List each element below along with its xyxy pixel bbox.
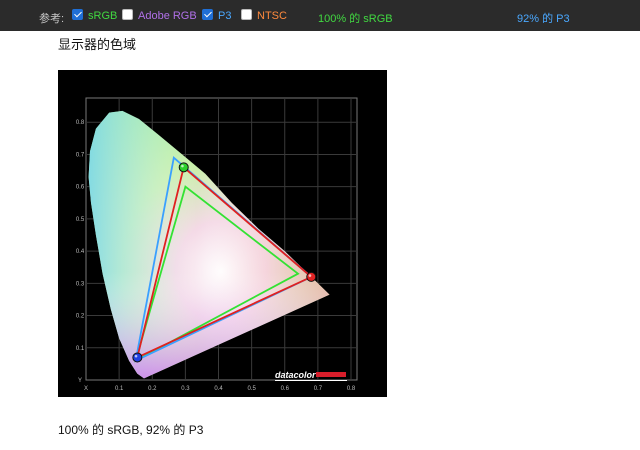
primary-highlight-2 (134, 354, 138, 358)
cie-chromaticity-diagram: X 0.1 0.2 0.3 0.4 0.5 0.6 0.7 0.8 Y 0.1 0.2 0.3 0.4 0.… (76, 97, 358, 392)
y-tick-label: 0.5 (76, 217, 85, 223)
brand-text: datacolor (275, 370, 316, 380)
comparison-toolbar: 参考: sRGB Adobe RGB P3 NTSC 100% 的 sRGB 9… (0, 0, 640, 31)
x-tick-label: 0.5 (247, 386, 256, 392)
primary-highlight-0 (308, 274, 312, 277)
srgb-coverage-stat: 100% 的 sRGB (318, 13, 393, 25)
adobe-rgb-checkbox[interactable] (122, 9, 133, 20)
x-tick-label: X (84, 386, 88, 392)
brand-stripe (316, 372, 346, 377)
ntsc-label[interactable]: NTSC (257, 10, 287, 22)
x-tick-label: 0.7 (314, 386, 323, 392)
reference-label: 参考: (39, 13, 65, 25)
y-tick-label: 0.8 (76, 120, 85, 126)
y-tick-label: 0.3 (76, 281, 85, 287)
page-title: 显示器的色域 (58, 37, 137, 52)
srgb-checkbox[interactable] (72, 9, 83, 20)
x-tick-label: 0.3 (181, 386, 190, 392)
adobe-rgb-label[interactable]: Adobe RGB (138, 10, 197, 22)
x-tick-label: 0.2 (148, 386, 157, 392)
x-tick-label: 0.1 (115, 386, 124, 392)
primary-marker-0 (306, 271, 317, 282)
p3-checkbox[interactable] (202, 9, 213, 20)
primary-marker-1 (178, 162, 189, 173)
y-tick-label: 0.1 (76, 346, 85, 352)
y-tick-label: Y (78, 378, 82, 384)
y-tick-label: 0.7 (76, 152, 85, 158)
p3-label[interactable]: P3 (218, 10, 231, 22)
x-tick-label: 0.6 (281, 386, 290, 392)
p3-coverage-stat: 92% 的 P3 (517, 13, 570, 25)
brand-underline (275, 380, 347, 381)
primary-highlight-1 (181, 164, 184, 168)
y-tick-label: 0.4 (76, 249, 85, 255)
srgb-label[interactable]: sRGB (88, 10, 117, 22)
x-tick-label: 0.4 (214, 386, 223, 392)
gamut-chart: X 0.1 0.2 0.3 0.4 0.5 0.6 0.7 0.8 Y 0.1 0.2 0.3 0.4 0.… (58, 70, 387, 397)
coverage-caption: 100% 的 sRGB, 92% 的 P3 (58, 423, 204, 437)
primary-marker-2 (132, 352, 143, 363)
y-tick-label: 0.2 (76, 314, 85, 320)
ntsc-checkbox[interactable] (241, 9, 252, 20)
spectral-locus (88, 110, 330, 379)
datacolor-logo: datacolor (275, 370, 347, 381)
locus-shade-bottom (88, 110, 330, 379)
x-tick-label: 0.8 (347, 386, 356, 392)
y-tick-label: 0.6 (76, 185, 85, 191)
